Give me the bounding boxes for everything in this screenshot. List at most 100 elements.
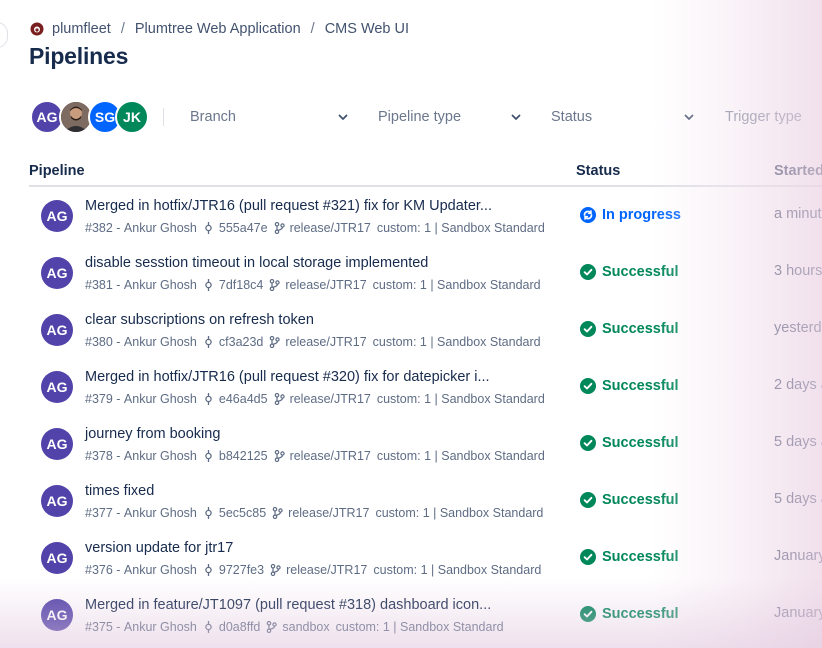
- pipeline-number[interactable]: #382: [85, 221, 113, 235]
- status-label: Successful: [602, 606, 679, 622]
- user-photo-icon: [61, 102, 91, 132]
- branch-filter-label: Branch: [190, 109, 236, 125]
- meta-separator: -: [112, 221, 124, 235]
- table-row[interactable]: AG journey from booking #378 - Ankur Gho…: [0, 415, 822, 472]
- table-row[interactable]: AG times fixed #377 - Ankur Ghosh 5ec5c8…: [0, 472, 822, 529]
- filter-bar: AG SG JK Branch Pipeline type Status Tri…: [30, 100, 822, 134]
- table-row[interactable]: AG Merged in hotfix/JTR16 (pull request …: [0, 358, 822, 415]
- plumfleet-logo-icon: [30, 22, 44, 36]
- commit-icon: [203, 450, 214, 462]
- pipeline-title[interactable]: Merged in hotfix/JTR16 (pull request #32…: [85, 369, 490, 385]
- pipeline-title[interactable]: journey from booking: [85, 426, 220, 442]
- branch-filter[interactable]: Branch: [190, 100, 350, 134]
- started-time: 2 days a: [774, 377, 822, 393]
- commit-hash[interactable]: 555a47e: [219, 221, 268, 235]
- commit-icon: [203, 564, 214, 576]
- meta-separator: -: [112, 563, 124, 577]
- success-check-icon: [580, 321, 596, 337]
- pipeline-meta: #376 - Ankur Ghosh 9727fe3 release/JTR17…: [85, 562, 541, 578]
- in-progress-icon: [580, 207, 596, 223]
- table-row[interactable]: AG Merged in feature/JT1097 (pull reques…: [0, 586, 822, 643]
- started-time: January: [774, 548, 822, 564]
- status-filter[interactable]: Status: [551, 100, 696, 134]
- commit-hash[interactable]: cf3a23d: [219, 335, 263, 349]
- table-row[interactable]: AG Merged in hotfix/JTR16 (pull request …: [0, 187, 822, 244]
- commit-hash[interactable]: e46a4d5: [219, 392, 268, 406]
- sidebar-collapse-handle[interactable]: [0, 22, 8, 48]
- branch-name[interactable]: release/JTR17: [290, 449, 371, 463]
- pipeline-title[interactable]: clear subscriptions on refresh token: [85, 312, 314, 328]
- pipeline-number[interactable]: #376: [85, 563, 113, 577]
- pipeline-custom: custom: 1 | Sandbox Standard: [372, 278, 541, 292]
- commit-hash[interactable]: 5ec5c85: [219, 506, 266, 520]
- meta-separator: -: [112, 278, 124, 292]
- table-row[interactable]: AG version update for jtr17 #376 - Ankur…: [0, 529, 822, 586]
- status-label: Successful: [602, 435, 679, 451]
- breadcrumb: plumfleet / Plumtree Web Application / C…: [30, 19, 409, 39]
- pipeline-number[interactable]: #375: [85, 620, 113, 634]
- pipeline-number[interactable]: #379: [85, 392, 113, 406]
- column-header-pipeline[interactable]: Pipeline: [29, 163, 85, 179]
- commit-hash[interactable]: d0a8ffd: [219, 620, 260, 634]
- pipeline-type-filter[interactable]: Pipeline type: [378, 100, 523, 134]
- status-label: In progress: [602, 207, 681, 223]
- avatar: AG: [41, 599, 73, 631]
- table-row[interactable]: AG clear subscriptions on refresh token …: [0, 301, 822, 358]
- commit-hash[interactable]: b842125: [219, 449, 268, 463]
- status-badge: In progress: [580, 206, 681, 224]
- pipeline-author: Ankur Ghosh: [123, 335, 197, 349]
- branch-name[interactable]: release/JTR17: [290, 392, 371, 406]
- branch-name[interactable]: release/JTR17: [290, 221, 371, 235]
- pipeline-title[interactable]: Merged in feature/JT1097 (pull request #…: [85, 597, 491, 613]
- breadcrumb-project[interactable]: Plumtree Web Application: [135, 21, 301, 37]
- column-header-started[interactable]: Started: [774, 163, 822, 179]
- commit-icon: [203, 621, 214, 633]
- meta-separator: -: [112, 620, 124, 634]
- pipeline-meta: #380 - Ankur Ghosh cf3a23d release/JTR17…: [85, 334, 541, 350]
- pipeline-title[interactable]: times fixed: [85, 483, 154, 499]
- pipeline-title[interactable]: Merged in hotfix/JTR16 (pull request #32…: [85, 198, 492, 214]
- pipeline-author: Ankur Ghosh: [123, 506, 197, 520]
- avatar: AG: [41, 485, 73, 517]
- branch-icon: [269, 336, 281, 348]
- pipeline-number[interactable]: #380: [85, 335, 113, 349]
- status-filter-label: Status: [551, 109, 593, 125]
- success-check-icon: [580, 606, 596, 622]
- branch-name[interactable]: release/JTR17: [285, 278, 366, 292]
- table-row[interactable]: AG disable sesstion timeout in local sto…: [0, 244, 822, 301]
- pipeline-number[interactable]: #381: [85, 278, 113, 292]
- status-label: Successful: [602, 492, 679, 508]
- started-time: a minut: [774, 206, 822, 222]
- pipeline-title[interactable]: disable sesstion timeout in local storag…: [85, 255, 428, 271]
- branch-name[interactable]: release/JTR17: [285, 335, 366, 349]
- status-badge: Successful: [580, 377, 679, 395]
- branch-icon: [274, 450, 285, 462]
- pipeline-custom: custom: 1 | Sandbox Standard: [375, 506, 544, 520]
- avatar-filter-jk[interactable]: JK: [115, 100, 149, 134]
- commit-hash[interactable]: 7df18c4: [219, 278, 263, 292]
- pipeline-author: Ankur Ghosh: [123, 449, 197, 463]
- commit-icon: [203, 222, 214, 234]
- trigger-type-filter[interactable]: Trigger type: [725, 100, 822, 134]
- pipeline-number[interactable]: #378: [85, 449, 113, 463]
- branch-name[interactable]: release/JTR17: [288, 506, 369, 520]
- breadcrumb-separator: /: [310, 21, 315, 37]
- avatar: AG: [41, 200, 73, 232]
- avatar: AG: [41, 428, 73, 460]
- commit-icon: [203, 336, 214, 348]
- branch-name[interactable]: release/JTR17: [286, 563, 367, 577]
- avatar: AG: [41, 371, 73, 403]
- pipeline-author: Ankur Ghosh: [123, 221, 197, 235]
- commit-icon: [203, 393, 214, 405]
- status-badge: Successful: [580, 320, 679, 338]
- column-header-status[interactable]: Status: [576, 163, 620, 179]
- status-label: Successful: [602, 321, 679, 337]
- pipeline-title[interactable]: version update for jtr17: [85, 540, 233, 556]
- branch-name[interactable]: sandbox: [282, 620, 329, 634]
- commit-hash[interactable]: 9727fe3: [219, 563, 264, 577]
- status-label: Successful: [602, 378, 679, 394]
- breadcrumb-repository[interactable]: CMS Web UI: [325, 21, 409, 37]
- status-badge: Successful: [580, 491, 679, 509]
- breadcrumb-workspace[interactable]: plumfleet: [52, 21, 111, 37]
- pipeline-number[interactable]: #377: [85, 506, 113, 520]
